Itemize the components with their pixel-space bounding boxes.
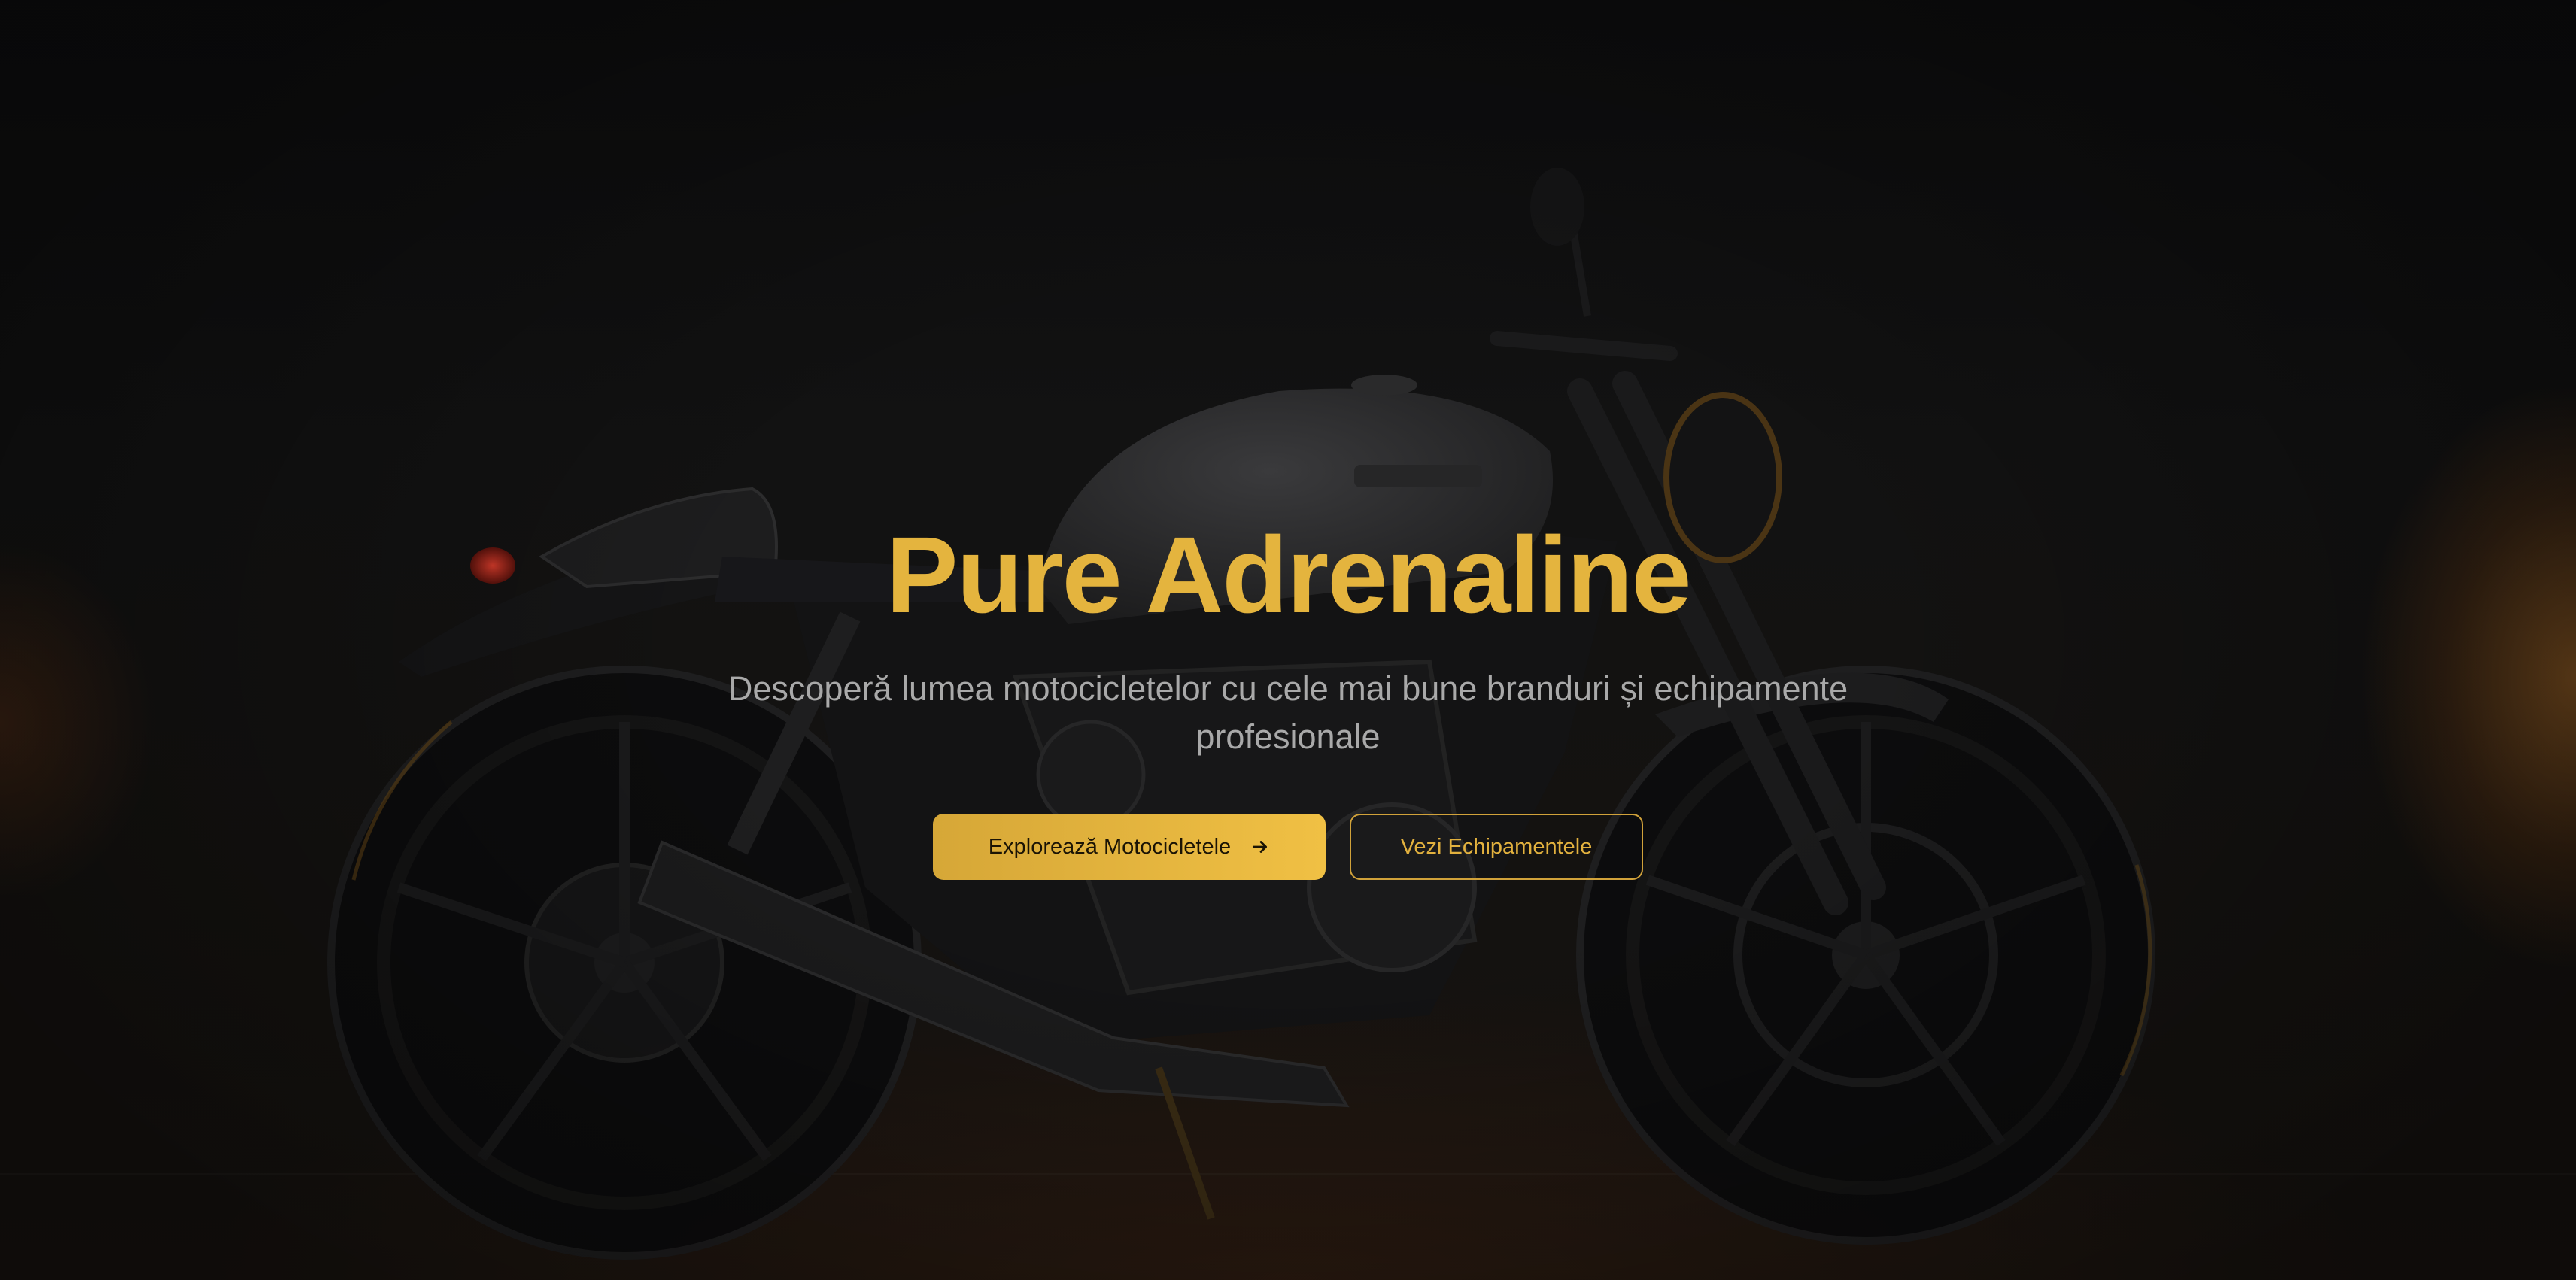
hero-content: Pure Adrenaline Descoperă lumea motocicl… — [0, 519, 2576, 880]
view-equipment-label: Vezi Echipamentele — [1400, 834, 1593, 859]
hero-subtitle: Descoperă lumea motocicletelor cu cele m… — [728, 669, 1848, 756]
hero-section: Pure Adrenaline Descoperă lumea motocicl… — [0, 0, 2576, 1280]
hero-actions: Explorează Motocicletele Vezi Echipament… — [0, 814, 2576, 880]
explore-motorcycles-button[interactable]: Explorează Motocicletele — [933, 814, 1326, 880]
explore-motorcycles-label: Explorează Motocicletele — [988, 834, 1232, 859]
hero-title: Pure Adrenaline — [886, 514, 1692, 635]
arrow-right-icon — [1253, 841, 1268, 853]
view-equipment-button[interactable]: Vezi Echipamentele — [1350, 814, 1643, 880]
